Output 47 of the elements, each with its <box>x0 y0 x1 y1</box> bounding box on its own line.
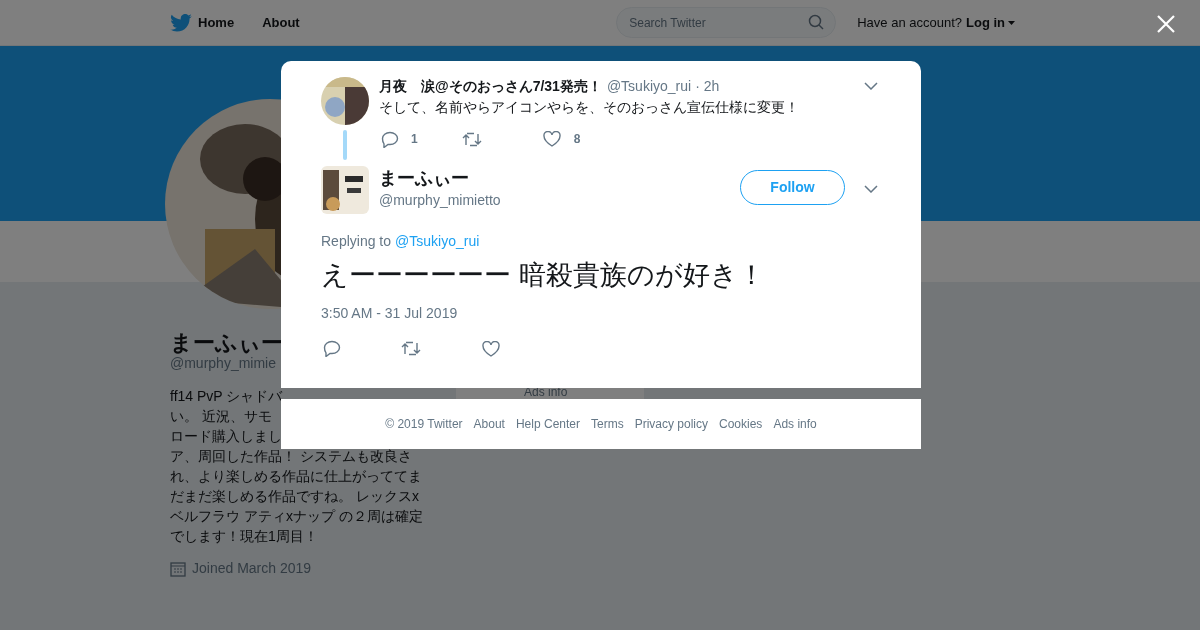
profile-handle: @murphy_mimie <box>170 354 277 373</box>
tweet-timestamp[interactable]: 3:50 AM - 31 Jul 2019 <box>321 303 881 324</box>
footer-link[interactable]: Cookies <box>719 415 763 433</box>
tweet-text: えーーーーーー 暗殺貴族のが好き！ <box>321 259 766 292</box>
search-icon <box>808 14 825 30</box>
retweet-icon[interactable] <box>461 131 482 147</box>
reply-count: 1 <box>411 131 418 148</box>
mention-link[interactable]: @Tsukiyo_rui <box>395 231 480 252</box>
bio-line: れ、より楽しめる作品に仕上がっててま <box>170 468 422 484</box>
reply-icon[interactable] <box>381 130 399 148</box>
like-icon[interactable] <box>482 340 500 357</box>
author-handle[interactable]: @murphy_mimietto <box>379 190 740 211</box>
chevron-down-icon[interactable] <box>864 185 878 193</box>
copyright-text[interactable]: © 2019 Twitter <box>385 415 463 433</box>
bio-line: ロード購入しまし <box>170 428 282 444</box>
bio-line: ff14 PvP シャドバ <box>170 388 283 404</box>
footer-link[interactable]: About <box>473 415 505 433</box>
joined-date: Joined March 2019 <box>192 559 312 578</box>
login-button[interactable]: Log in <box>966 12 1015 33</box>
author-name[interactable]: 月夜 涙@そのおっさん7/31発売！ <box>379 75 602 97</box>
reply-icon[interactable] <box>323 340 341 357</box>
author-name[interactable]: まーふぃー <box>379 168 740 188</box>
bio-line: い。 近況、サモ <box>170 408 272 424</box>
bio-line: ア、周回した作品！ システムも改良さ <box>170 448 412 464</box>
tweet-text: そして、名前やらアイコンやらを、そのおっさん宣伝仕様に変更！ <box>379 98 800 117</box>
like-count: 8 <box>573 131 581 148</box>
search-field[interactable]: Search Twitter <box>616 7 837 38</box>
footer-link[interactable]: Ads info <box>773 415 817 433</box>
retweet-icon[interactable] <box>401 341 421 356</box>
close-icon[interactable] <box>1157 15 1175 33</box>
chevron-down-icon[interactable] <box>864 82 878 90</box>
calendar-icon <box>170 560 186 577</box>
footer-link[interactable]: Terms <box>591 415 624 433</box>
tweet-time[interactable]: · 2h <box>695 75 720 97</box>
bio-line: だまだ楽しめる作品ですね。 レックスx <box>170 488 419 504</box>
replying-label: Replying to <box>321 232 392 251</box>
profile-name: まーふぃー <box>170 330 283 355</box>
bio-line: でします！現在1周目！ <box>170 528 318 544</box>
footer-link[interactable]: Privacy policy <box>634 415 708 433</box>
footer-link[interactable]: Help Center <box>515 415 580 433</box>
account-prompt: Have an account? <box>857 13 962 32</box>
author-handle[interactable]: @Tsukiyo_rui <box>606 75 692 97</box>
bio-line: ベルフラウ アティxナップ の２周は確定 <box>170 508 423 524</box>
nav-link[interactable]: Home <box>198 12 235 33</box>
nav-link[interactable]: About <box>262 12 300 33</box>
like-icon[interactable] <box>542 131 561 147</box>
caret-icon <box>1008 20 1015 25</box>
